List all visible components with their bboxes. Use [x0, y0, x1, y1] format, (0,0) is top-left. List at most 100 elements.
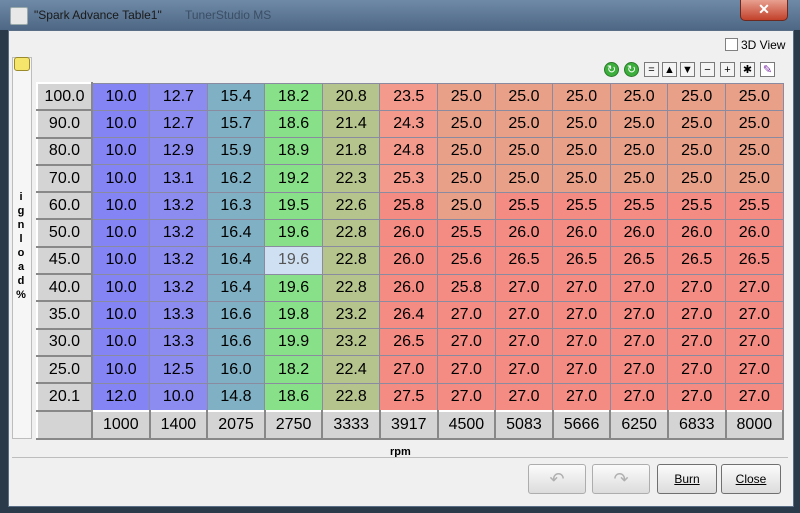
table-cell[interactable]: 13.2 — [149, 273, 208, 302]
table-cell[interactable]: 26.0 — [379, 218, 439, 248]
column-header[interactable]: 1000 — [91, 409, 151, 440]
table-cell[interactable]: 25.0 — [437, 137, 496, 166]
table-cell[interactable]: 10.0 — [91, 355, 151, 384]
table-cell[interactable]: 12.7 — [149, 109, 208, 139]
decrease-button[interactable]: ▼ — [680, 62, 695, 77]
table-cell[interactable]: 12.0 — [91, 382, 151, 412]
table-cell[interactable]: 27.0 — [725, 300, 784, 330]
row-header[interactable]: 45.0 — [36, 245, 93, 276]
table-cell[interactable]: 25.0 — [725, 164, 784, 193]
column-header[interactable]: 6250 — [609, 409, 669, 440]
increase-button[interactable]: ▲ — [662, 62, 677, 77]
table-cell[interactable]: 25.0 — [494, 137, 554, 166]
table-cell[interactable]: 25.0 — [552, 82, 611, 111]
table-cell[interactable]: 10.0 — [91, 246, 151, 275]
row-header[interactable]: 25.0 — [36, 354, 93, 385]
table-cell[interactable]: 13.3 — [149, 328, 208, 357]
table-cell[interactable]: 13.3 — [149, 300, 208, 330]
column-header[interactable]: 5666 — [551, 409, 612, 440]
table-cell[interactable]: 25.5 — [667, 191, 727, 220]
table-cell[interactable]: 25.0 — [667, 137, 727, 166]
table-cell[interactable]: 13.2 — [149, 246, 208, 275]
table-cell[interactable]: 19.8 — [264, 300, 323, 330]
table-cell[interactable]: 23.5 — [379, 82, 439, 111]
table-cell[interactable]: 10.0 — [91, 191, 151, 220]
table-cell[interactable]: 25.0 — [667, 164, 727, 193]
table-cell[interactable]: 26.0 — [725, 218, 784, 248]
row-header[interactable]: 40.0 — [36, 273, 93, 303]
table-cell[interactable]: 25.3 — [379, 164, 439, 193]
table-cell[interactable]: 25.5 — [725, 191, 784, 220]
table-cell[interactable]: 26.0 — [494, 218, 554, 248]
table-cell[interactable]: 18.2 — [264, 355, 323, 384]
table-cell[interactable]: 27.0 — [437, 328, 496, 357]
table-cell[interactable]: 10.0 — [91, 109, 151, 139]
column-header[interactable]: 8000 — [724, 409, 785, 440]
table-cell[interactable]: 27.0 — [552, 328, 611, 357]
table-cell[interactable]: 15.7 — [206, 109, 266, 139]
table-cell[interactable]: 12.7 — [149, 82, 208, 111]
table-cell[interactable]: 25.0 — [552, 109, 611, 139]
table-cell[interactable]: 18.2 — [264, 82, 323, 111]
table-cell[interactable]: 14.8 — [206, 382, 266, 412]
table-cell[interactable]: 25.0 — [437, 164, 496, 193]
table-cell[interactable]: 18.6 — [264, 382, 323, 412]
row-header[interactable]: 30.0 — [36, 327, 93, 357]
table-cell[interactable]: 27.0 — [609, 273, 669, 302]
column-header[interactable]: 6833 — [666, 409, 727, 440]
table-cell[interactable]: 10.0 — [91, 137, 151, 166]
row-header[interactable]: 100.0 — [36, 81, 93, 112]
table-cell[interactable]: 27.0 — [667, 355, 727, 384]
table-cell[interactable]: 15.4 — [206, 82, 266, 111]
note-icon[interactable] — [14, 57, 30, 71]
table-cell[interactable]: 25.0 — [725, 109, 784, 139]
table-cell[interactable]: 18.6 — [264, 109, 323, 139]
table-cell[interactable]: 25.0 — [437, 191, 496, 220]
table-cell[interactable]: 25.0 — [725, 82, 784, 111]
table-cell[interactable]: 26.0 — [609, 218, 669, 248]
table-cell[interactable]: 27.0 — [494, 328, 554, 357]
column-header[interactable]: 3917 — [378, 409, 439, 440]
table-cell[interactable]: 20.8 — [321, 82, 381, 111]
table-cell[interactable]: 27.0 — [667, 273, 727, 302]
table-cell[interactable]: 21.4 — [321, 109, 381, 139]
pen-icon[interactable]: ✎ — [760, 62, 775, 77]
table-cell[interactable]: 25.5 — [609, 191, 669, 220]
table-cell[interactable]: 22.3 — [321, 164, 381, 193]
table-cell[interactable]: 13.2 — [149, 191, 208, 220]
table-cell[interactable]: 27.0 — [725, 382, 784, 412]
spark-advance-grid[interactable]: 100.0 10.0 12.7 15.4 18.2 20.8 23.5 25.0 25.0 25.… — [36, 81, 785, 440]
row-header[interactable]: 35.0 — [36, 300, 93, 330]
table-cell[interactable]: 27.0 — [437, 382, 496, 412]
table-cell[interactable]: 26.5 — [609, 246, 669, 275]
table-cell[interactable]: 16.6 — [206, 300, 266, 330]
table-cell[interactable]: 27.5 — [379, 382, 439, 412]
table-cell[interactable]: 27.0 — [609, 300, 669, 330]
table-cell[interactable]: 27.0 — [725, 355, 784, 384]
table-cell[interactable]: 25.0 — [609, 137, 669, 166]
redo-button[interactable]: ↷ — [592, 464, 650, 494]
table-cell[interactable]: 16.3 — [206, 191, 266, 220]
table-cell[interactable]: 25.8 — [379, 191, 439, 220]
column-header[interactable]: 5083 — [494, 409, 554, 440]
table-cell[interactable]: 22.8 — [321, 218, 381, 248]
table-cell[interactable]: 25.0 — [725, 137, 784, 166]
table-cell[interactable]: 23.2 — [321, 328, 381, 357]
table-cell[interactable]: 27.0 — [494, 300, 554, 330]
table-cell[interactable]: 25.0 — [437, 109, 496, 139]
table-cell[interactable]: 24.8 — [379, 137, 439, 166]
table-cell[interactable]: 18.9 — [264, 137, 323, 166]
table-cell[interactable]: 16.6 — [206, 328, 266, 357]
column-header[interactable]: 2750 — [263, 409, 324, 440]
table-cell[interactable]: 25.0 — [552, 137, 611, 166]
row-header[interactable]: 70.0 — [36, 163, 93, 194]
table-cell[interactable]: 27.0 — [437, 300, 496, 330]
table-cell[interactable]: 10.0 — [91, 82, 151, 111]
table-cell[interactable]: 26.0 — [552, 218, 611, 248]
column-header[interactable]: 2075 — [206, 409, 266, 440]
table-cell[interactable]: 27.0 — [437, 355, 496, 384]
table-cell[interactable]: 13.2 — [149, 218, 208, 248]
table-cell[interactable]: 19.2 — [264, 164, 323, 193]
table-cell[interactable]: 27.0 — [494, 355, 554, 384]
table-cell[interactable]: 27.0 — [494, 382, 554, 412]
